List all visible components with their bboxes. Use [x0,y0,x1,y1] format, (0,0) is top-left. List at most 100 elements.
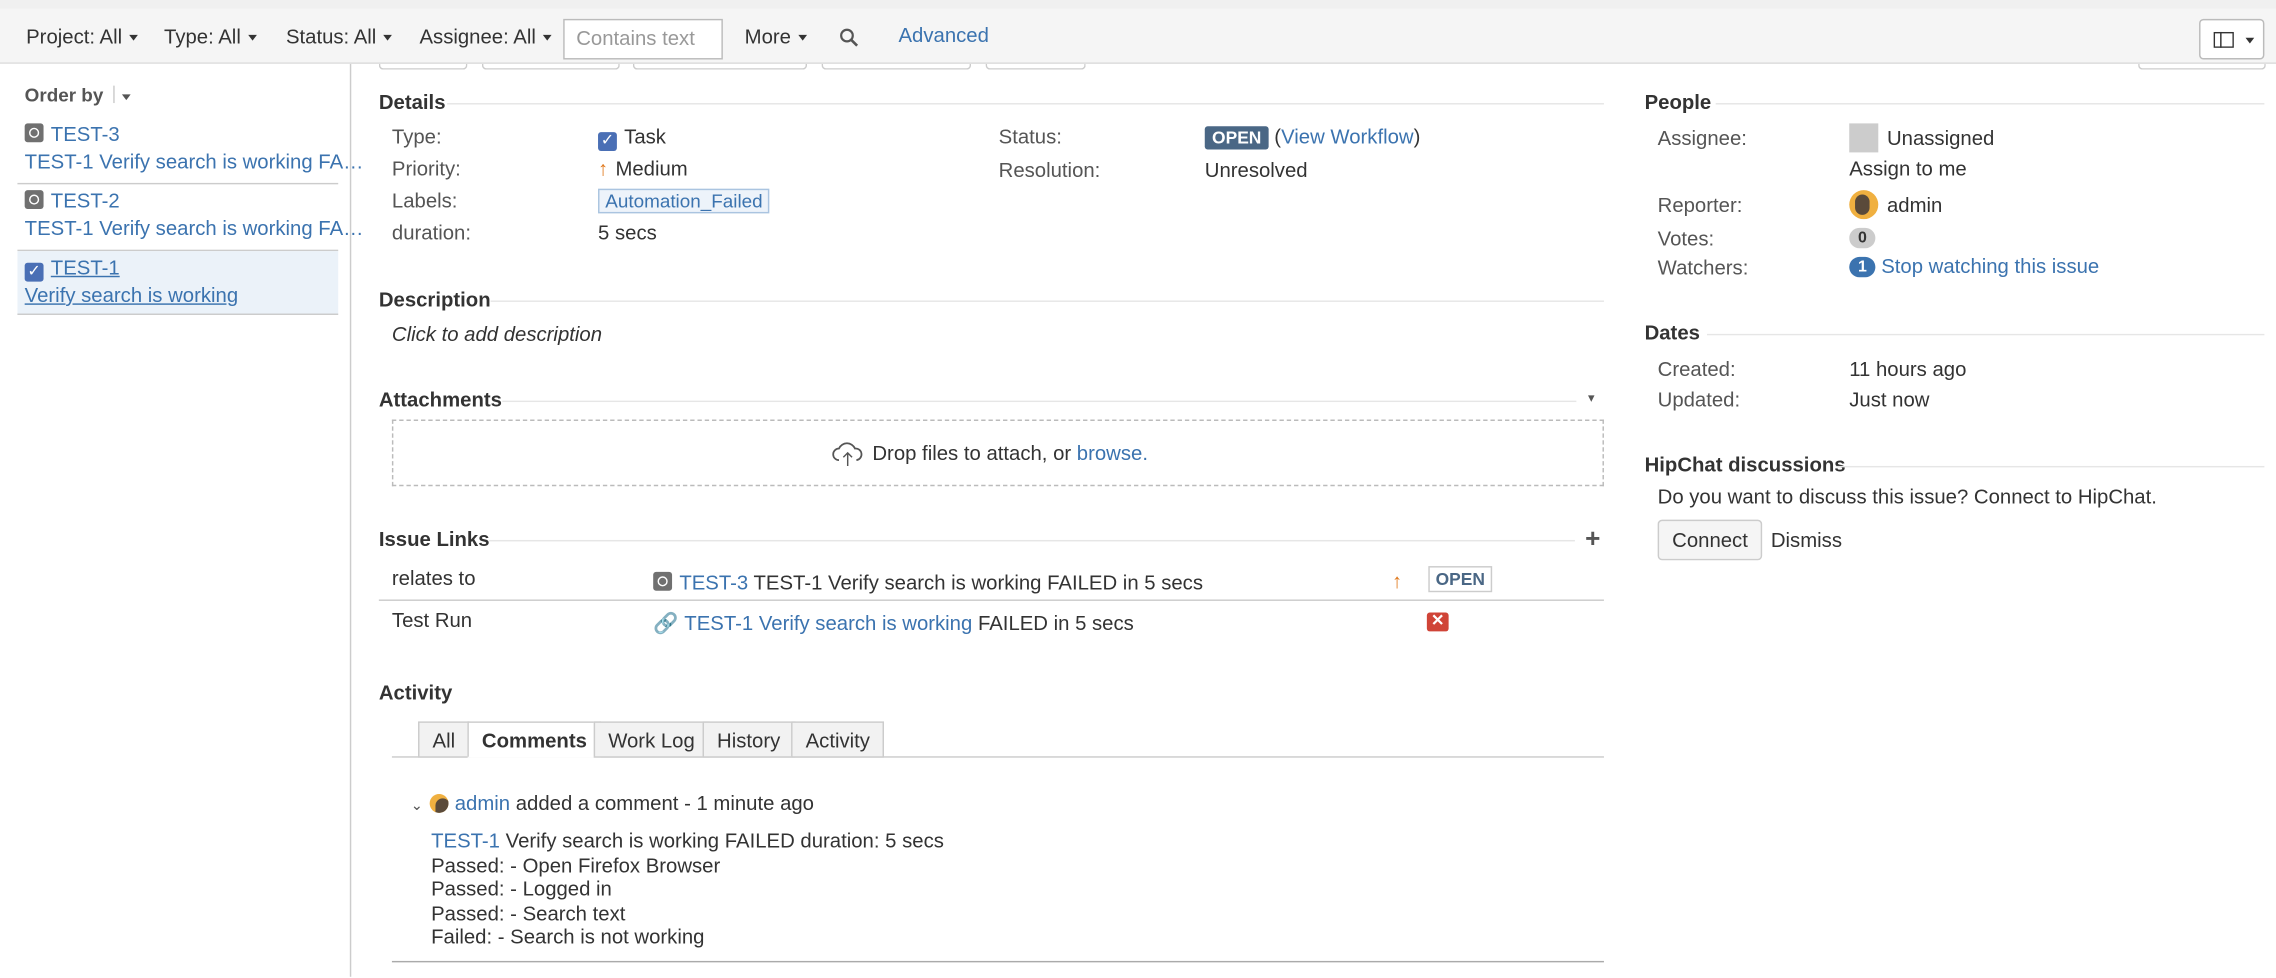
chevron-down-icon [543,35,552,42]
assignee-value: Unassigned [1886,126,1995,150]
votes-label: Votes: [1657,226,1715,250]
advanced-search-link[interactable]: Advanced [898,23,988,46]
linked-issue-summary: TEST-1 Verify search is working FAILED i… [753,570,1204,594]
order-by-label: Order by [24,84,104,106]
tab-all[interactable]: All [418,721,470,758]
watchers-count[interactable]: 1 [1849,256,1876,278]
arrow-up-icon: ↑ [1392,569,1403,593]
task-icon: ✓ [24,262,44,282]
search-input[interactable]: Contains text [563,18,723,60]
toolbar-button-hidden[interactable] [481,63,620,70]
toolbar-button-hidden[interactable] [632,63,808,70]
comment-header: ⌄ admin added a comment - 1 minute ago [411,791,814,814]
connect-button[interactable]: Connect [1657,519,1763,561]
issue-summary[interactable]: Verify search is working [25,283,238,306]
chevron-down-icon [129,35,139,42]
comment-line: Passed: - Search text [431,900,626,924]
chevron-down-icon [2245,37,2255,44]
list-item[interactable]: TEST-3 TEST-1 Verify search is working F… [17,118,363,185]
list-item-selected[interactable]: ✓ TEST-1 Verify search is working [17,251,339,315]
add-link-icon[interactable]: + [1585,525,1600,551]
chevron-down-icon [798,35,807,42]
assignee-label: Assignee: [1657,126,1747,150]
issue-key[interactable]: TEST-1 [51,255,120,278]
error-icon: ✕ [1426,612,1449,632]
avatar [1849,190,1879,220]
type-text: Task [624,124,666,149]
drop-text: Drop files to attach, or [872,441,1072,465]
issue-links-heading: Issue Links [378,526,490,551]
assignee-filter[interactable]: Assignee: All [419,24,552,48]
label-chip[interactable]: Automation_Failed [598,188,770,214]
view-workflow-link[interactable]: View Workflow [1281,125,1414,148]
labels-label: Labels: [391,188,458,212]
linked-issue-key[interactable]: TEST-3 [679,570,748,593]
dismiss-link[interactable]: Dismiss [1771,528,1842,551]
arrow-up-icon: ↑ [598,156,609,180]
created-label: Created: [1657,357,1736,381]
assign-to-me-link[interactable]: Assign to me [1849,157,1966,180]
status-filter[interactable]: Status: All [286,25,393,48]
hipchat-text: Do you want to discuss this issue? Conne… [1657,484,2157,509]
divider [447,103,1604,105]
browse-link[interactable]: browse. [1077,441,1148,464]
tab-activity[interactable]: Activity [791,721,885,758]
divider [1836,465,2265,468]
layout-icon [2213,31,2234,48]
project-filter[interactable]: Project: All [26,24,139,48]
toolbar-button-hidden[interactable] [2138,63,2266,70]
toolbar-button-hidden[interactable] [821,63,972,70]
tab-history[interactable]: History [702,721,795,758]
test-run-result: FAILED in 5 secs [977,611,1134,635]
priority-label: Priority: [391,156,461,180]
link-relation: relates to [391,566,476,590]
details-heading: Details [378,89,446,114]
toolbar-button-hidden[interactable] [378,63,468,70]
stop-watching-link[interactable]: Stop watching this issue [1881,254,2099,277]
toolbar-button-hidden[interactable] [985,63,1086,70]
issue-summary[interactable]: TEST-1 Verify search is working FA… [25,150,364,173]
search-icon[interactable] [839,28,859,48]
test-run-link[interactable]: TEST-1 Verify search is working [684,611,972,634]
type-filter[interactable]: Type: All [164,25,257,48]
comment-line: Passed: - Logged in [431,876,612,900]
assignee-filter-label: Assignee: All [419,24,536,48]
task-icon: ✓ [598,132,617,151]
description-heading: Description [378,287,491,311]
comment-line: Failed: - Search is not working [431,924,705,948]
subtask-icon [24,190,44,210]
comment-author-link[interactable]: admin [455,791,510,814]
dates-heading: Dates [1644,320,1700,345]
type-filter-label: Type: All [164,24,241,48]
people-heading: People [1644,89,1712,114]
list-item[interactable]: TEST-2 TEST-1 Verify search is working F… [17,184,363,252]
link-icon: 🔗 [653,611,679,635]
updated-value: Just now [1849,387,1930,411]
order-by-button[interactable]: Order by [25,84,131,106]
duration-label: duration: [391,220,471,244]
attachment-dropzone[interactable]: Drop files to attach, or browse. [391,419,1604,487]
votes-count[interactable]: 0 [1849,227,1876,249]
issue-summary[interactable]: TEST-1 Verify search is working FA… [25,216,364,239]
status-badge: OPEN [1204,126,1269,150]
collapse-icon[interactable]: ▾ [1588,390,1595,406]
issue-key[interactable]: TEST-3 [51,122,120,145]
attachments-heading: Attachments [378,387,502,411]
tab-work-log[interactable]: Work Log [593,721,710,758]
issue-key[interactable]: TEST-2 [51,189,120,212]
layout-toggle-button[interactable] [2199,18,2265,60]
project-filter-label: Project: All [26,24,123,48]
linked-status-badge: OPEN [1428,566,1493,593]
type-value: ✓ Task [598,125,666,151]
comment-line: Verify search is working FAILED duration… [505,828,944,853]
divider [1715,103,2265,105]
comment-issue-link[interactable]: TEST-1 [431,829,500,852]
link-row: relates to TEST-3 TEST-1 Verify search i… [378,562,1604,601]
chevron-down-icon[interactable]: ⌄ [411,798,423,814]
issue-list-sidebar: Order by TEST-3 TEST-1 Verify search is … [0,63,363,977]
tab-comments[interactable]: Comments [467,721,602,758]
priority-value: ↑ Medium [598,157,688,180]
subtask-icon [24,123,44,143]
more-filter[interactable]: More [745,25,807,48]
description-field[interactable]: Click to add description [392,322,602,345]
